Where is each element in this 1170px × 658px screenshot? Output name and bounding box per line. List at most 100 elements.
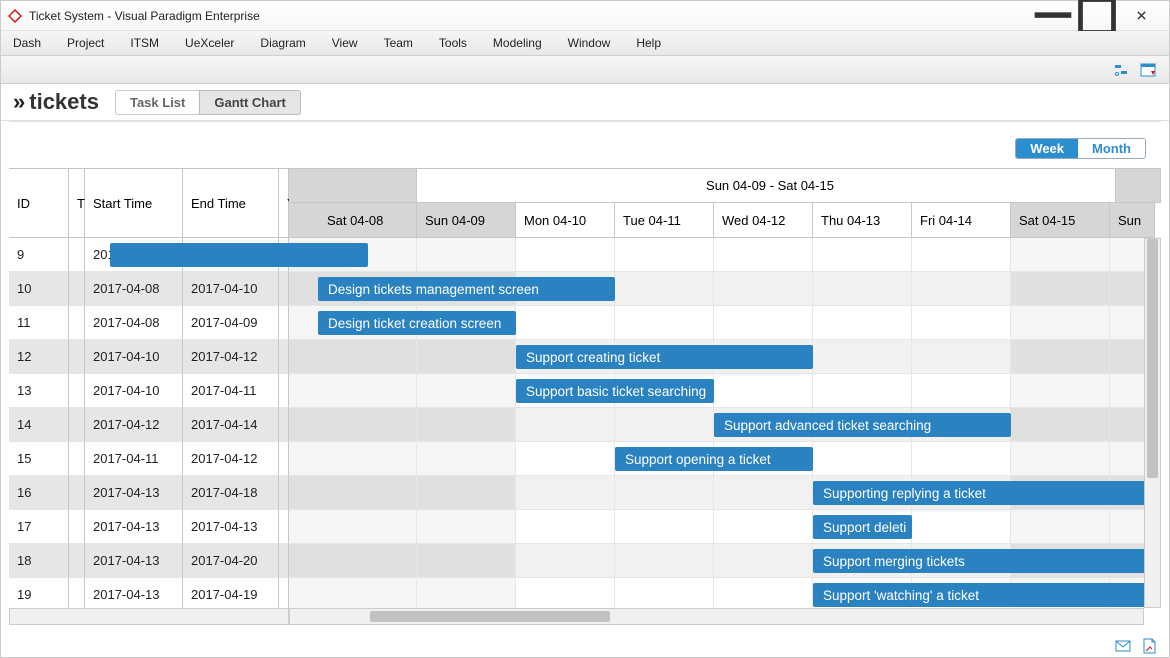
gantt-date-range-header: Sun 04-09 - Sat 04-15	[289, 168, 1161, 203]
hscroll-right[interactable]	[289, 608, 1144, 625]
cell-end: 2017-04-10	[183, 272, 279, 306]
table-row[interactable]: 142017-04-122017-04-14Support advanced t…	[9, 408, 1161, 442]
cell-blank	[69, 442, 85, 476]
gantt-day-6: Fri 04-14	[912, 203, 1011, 238]
menu-modeling[interactable]: Modeling	[493, 36, 542, 50]
cell-start: 2017-04-13	[85, 578, 183, 608]
cell-id: 14	[9, 408, 69, 442]
cell-blank	[69, 306, 85, 340]
cell-end: 2017-04-12	[183, 340, 279, 374]
cell-start: 2017-04-08	[85, 306, 183, 340]
table-row[interactable]: 92017-04-062017-04-08	[9, 238, 1161, 272]
task-bar[interactable]: Design ticket creation screen	[318, 311, 516, 335]
menu-uexceler[interactable]: UeXceler	[185, 36, 234, 50]
task-bar[interactable]: Supporting replying a ticket	[813, 481, 1161, 505]
gantt-prev-week-cell	[289, 169, 417, 203]
table-row[interactable]: 102017-04-082017-04-10Design tickets man…	[9, 272, 1161, 306]
page-title: tickets	[29, 89, 99, 115]
menu-view[interactable]: View	[332, 36, 358, 50]
cell-start: 2017-04-10	[85, 340, 183, 374]
cell-blank	[69, 272, 85, 306]
menu-window[interactable]: Window	[568, 36, 611, 50]
gantt-day-header: Sat 04-08Sun 04-09Mon 04-10Tue 04-11Wed …	[289, 203, 1161, 238]
table-header-left: ID T Start Time End Time Y	[9, 168, 289, 238]
col-header-end[interactable]: End Time	[183, 169, 279, 238]
cell-id: 19	[9, 578, 69, 608]
gantt-day-5: Thu 04-13	[813, 203, 912, 238]
toolbar-chart-icon[interactable]	[1113, 61, 1131, 79]
cell-id: 10	[9, 272, 69, 306]
task-bar[interactable]: Support advanced ticket searching	[714, 413, 1011, 437]
cell-end: 2017-04-19	[183, 578, 279, 608]
task-bar[interactable]: Design tickets management screen	[318, 277, 615, 301]
hscroll-left[interactable]	[9, 608, 289, 625]
window-maximize-button[interactable]	[1075, 1, 1119, 30]
cell-id: 15	[9, 442, 69, 476]
table-row[interactable]: 182017-04-132017-04-20Support merging ti…	[9, 544, 1161, 578]
tab-task-list[interactable]: Task List	[115, 90, 199, 115]
cell-id: 11	[9, 306, 69, 340]
gantt-day-0: Sat 04-08	[289, 203, 417, 238]
cell-end: 2017-04-18	[183, 476, 279, 510]
cell-blank	[279, 272, 289, 306]
cell-blank	[279, 578, 289, 608]
title-bar: Ticket System - Visual Paradigm Enterpri…	[1, 1, 1169, 31]
cell-id: 12	[9, 340, 69, 374]
table-row[interactable]: 132017-04-102017-04-11Support basic tick…	[9, 374, 1161, 408]
cell-blank	[69, 544, 85, 578]
task-bar[interactable]: Support opening a ticket	[615, 447, 813, 471]
cell-blank	[279, 510, 289, 544]
task-bar[interactable]: Support 'watching' a ticket	[813, 583, 1161, 607]
cell-blank	[69, 408, 85, 442]
cell-id: 18	[9, 544, 69, 578]
task-bar[interactable]: Support basic ticket searching	[516, 379, 714, 403]
gantt-body: 92017-04-062017-04-08102017-04-082017-04…	[9, 238, 1161, 608]
menu-itsm[interactable]: ITSM	[130, 36, 159, 50]
menu-project[interactable]: Project	[67, 36, 104, 50]
status-note-icon[interactable]	[1141, 638, 1157, 657]
menu-team[interactable]: Team	[384, 36, 413, 50]
tab-gantt-chart[interactable]: Gantt Chart	[199, 90, 301, 115]
cell-blank	[69, 510, 85, 544]
cell-blank	[279, 306, 289, 340]
menu-diagram[interactable]: Diagram	[260, 36, 305, 50]
cell-blank	[279, 374, 289, 408]
col-header-start[interactable]: Start Time	[85, 169, 183, 238]
menu-dash[interactable]: Dash	[13, 36, 41, 50]
page-header: » tickets Task List Gantt Chart	[1, 84, 1169, 121]
cell-blank	[69, 340, 85, 374]
gantt-range-label: Sun 04-09 - Sat 04-15	[417, 169, 1116, 203]
cell-start: 2017-04-13	[85, 510, 183, 544]
status-mail-icon[interactable]	[1115, 638, 1131, 657]
window-minimize-button[interactable]	[1031, 1, 1075, 30]
gantt-day-7: Sat 04-15	[1011, 203, 1110, 238]
task-bar[interactable]	[110, 243, 367, 267]
table-row[interactable]: 19 2017-04-132017-04-19 Support 'watching'…	[9, 578, 1161, 608]
breadcrumb: » tickets	[13, 89, 99, 115]
table-row[interactable]: 12 2017-04-102017-04-12 Support creating t…	[9, 340, 1161, 374]
cell-blank	[69, 578, 85, 608]
menu-help[interactable]: Help	[636, 36, 661, 50]
task-bar[interactable]: Support deleti	[813, 515, 912, 539]
cell-start: 2017-04-13	[85, 476, 183, 510]
toolbar-calendar-icon[interactable]	[1139, 61, 1157, 79]
cell-end: 2017-04-13	[183, 510, 279, 544]
table-row[interactable]: 16 2017-04-132017-04-18 Supporting replyin…	[9, 476, 1161, 510]
cell-end: 2017-04-09	[183, 306, 279, 340]
col-header-y[interactable]: Y	[279, 169, 289, 238]
window-title: Ticket System - Visual Paradigm Enterpri…	[29, 9, 1031, 23]
table-row[interactable]: 11 2017-04-082017-04-09 Design ticket crea…	[9, 306, 1161, 340]
vscroll[interactable]	[1144, 238, 1161, 608]
window-close-button[interactable]	[1119, 1, 1163, 30]
cell-id: 16	[9, 476, 69, 510]
col-header-t[interactable]: T	[69, 169, 85, 238]
table-row[interactable]: 172017-04-132017-04-13Support deleti	[9, 510, 1161, 544]
cell-end: 2017-04-20	[183, 544, 279, 578]
task-bar[interactable]: Support creating ticket	[516, 345, 813, 369]
cell-id: 13	[9, 374, 69, 408]
task-bar[interactable]: Support merging tickets	[813, 549, 1161, 573]
table-row[interactable]: 152017-04-112017-04-12Support opening a …	[9, 442, 1161, 476]
col-header-id[interactable]: ID	[9, 169, 69, 238]
menu-tools[interactable]: Tools	[439, 36, 467, 50]
gantt-day-2: Mon 04-10	[516, 203, 615, 238]
